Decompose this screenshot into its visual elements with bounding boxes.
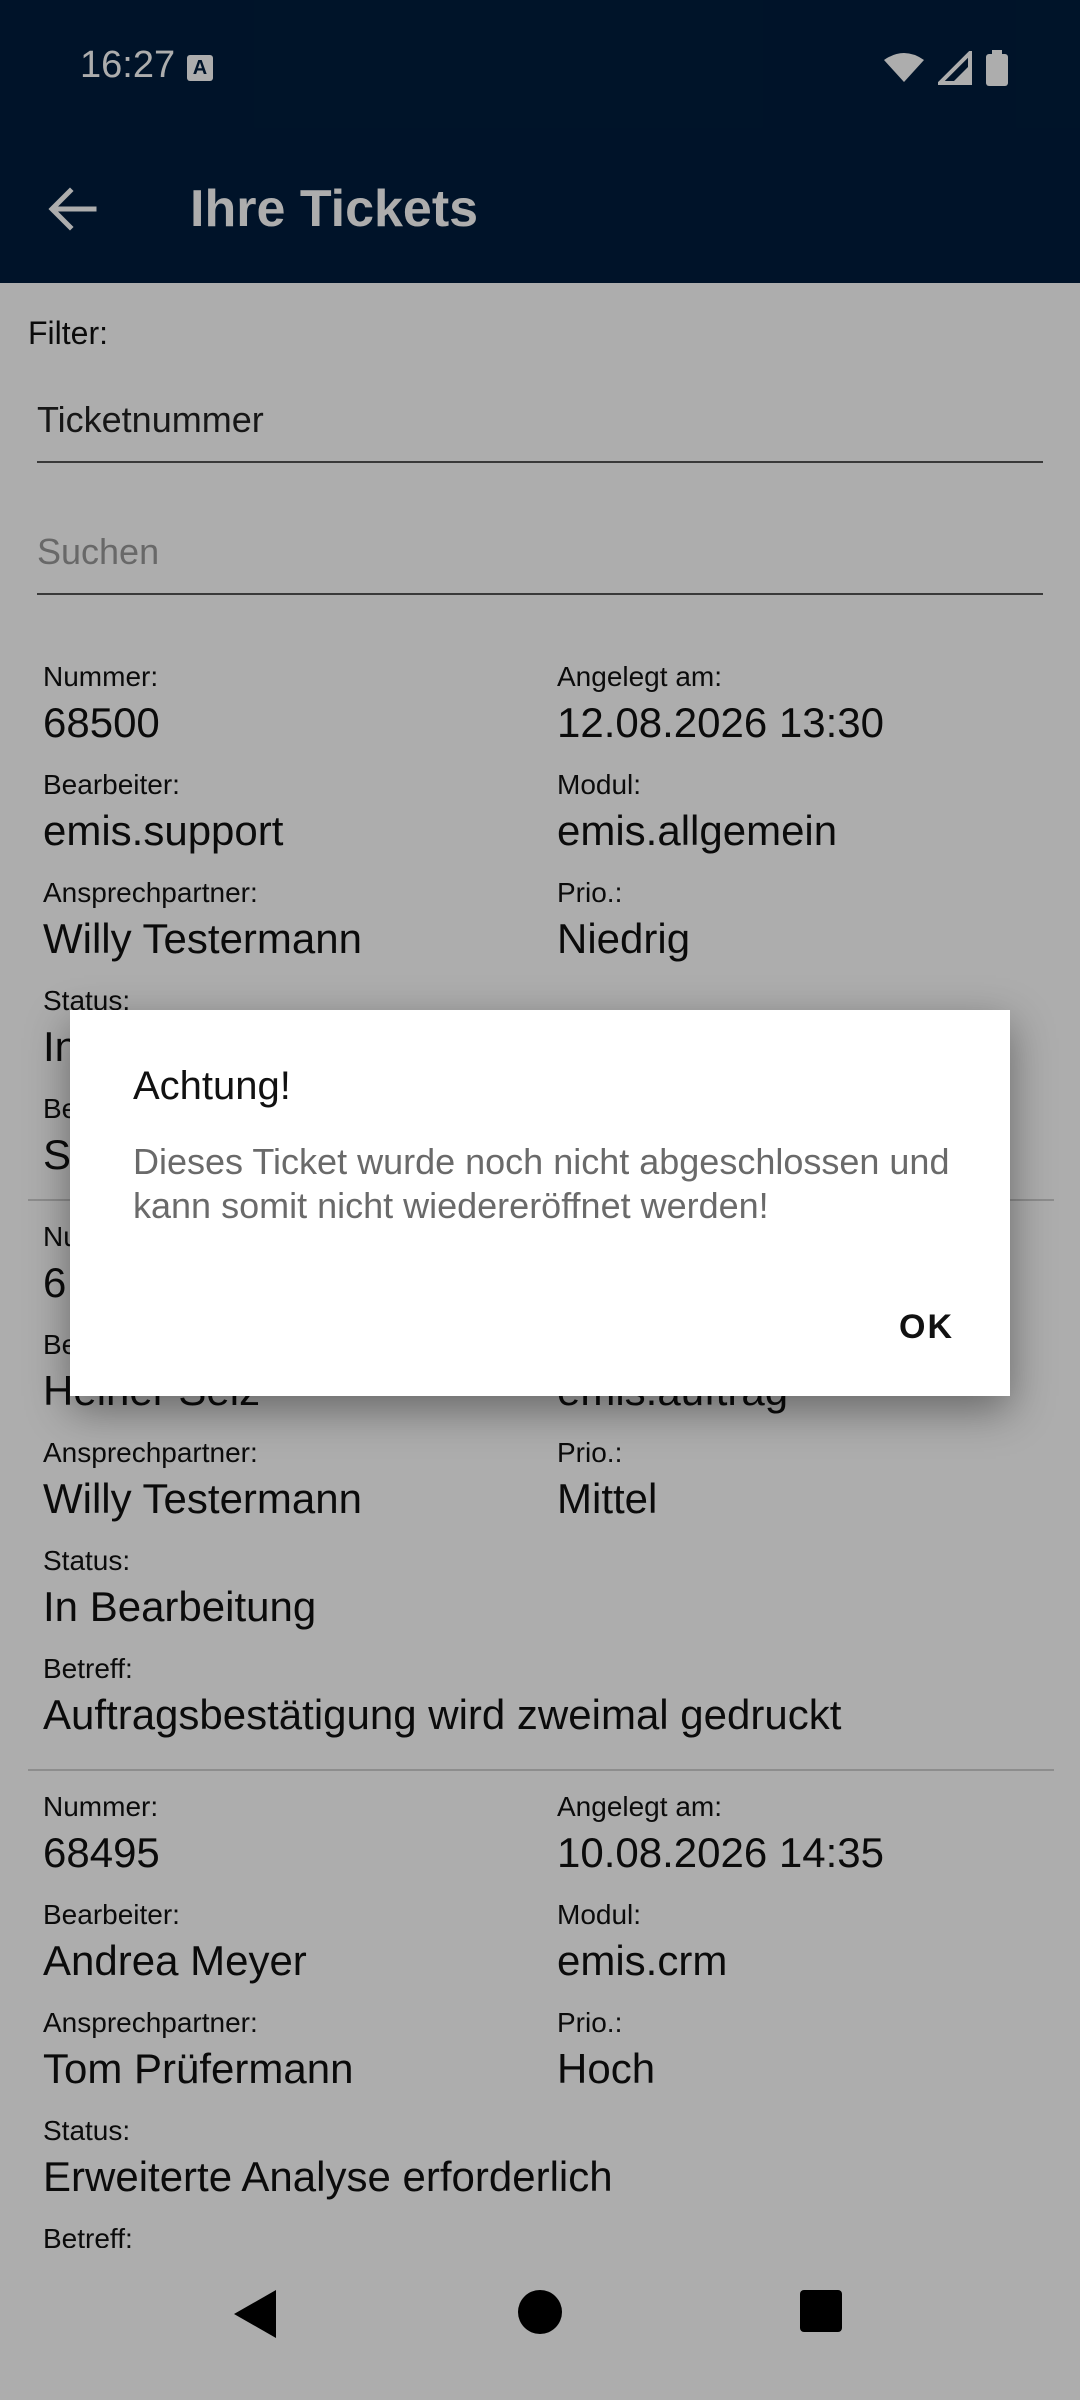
- alert-dialog: Achtung! Dieses Ticket wurde noch nicht …: [70, 1010, 1010, 1396]
- ok-button[interactable]: OK: [899, 1308, 954, 1347]
- dialog-title: Achtung!: [133, 1064, 291, 1108]
- dialog-message: Dieses Ticket wurde noch nicht abgeschlo…: [133, 1141, 950, 1226]
